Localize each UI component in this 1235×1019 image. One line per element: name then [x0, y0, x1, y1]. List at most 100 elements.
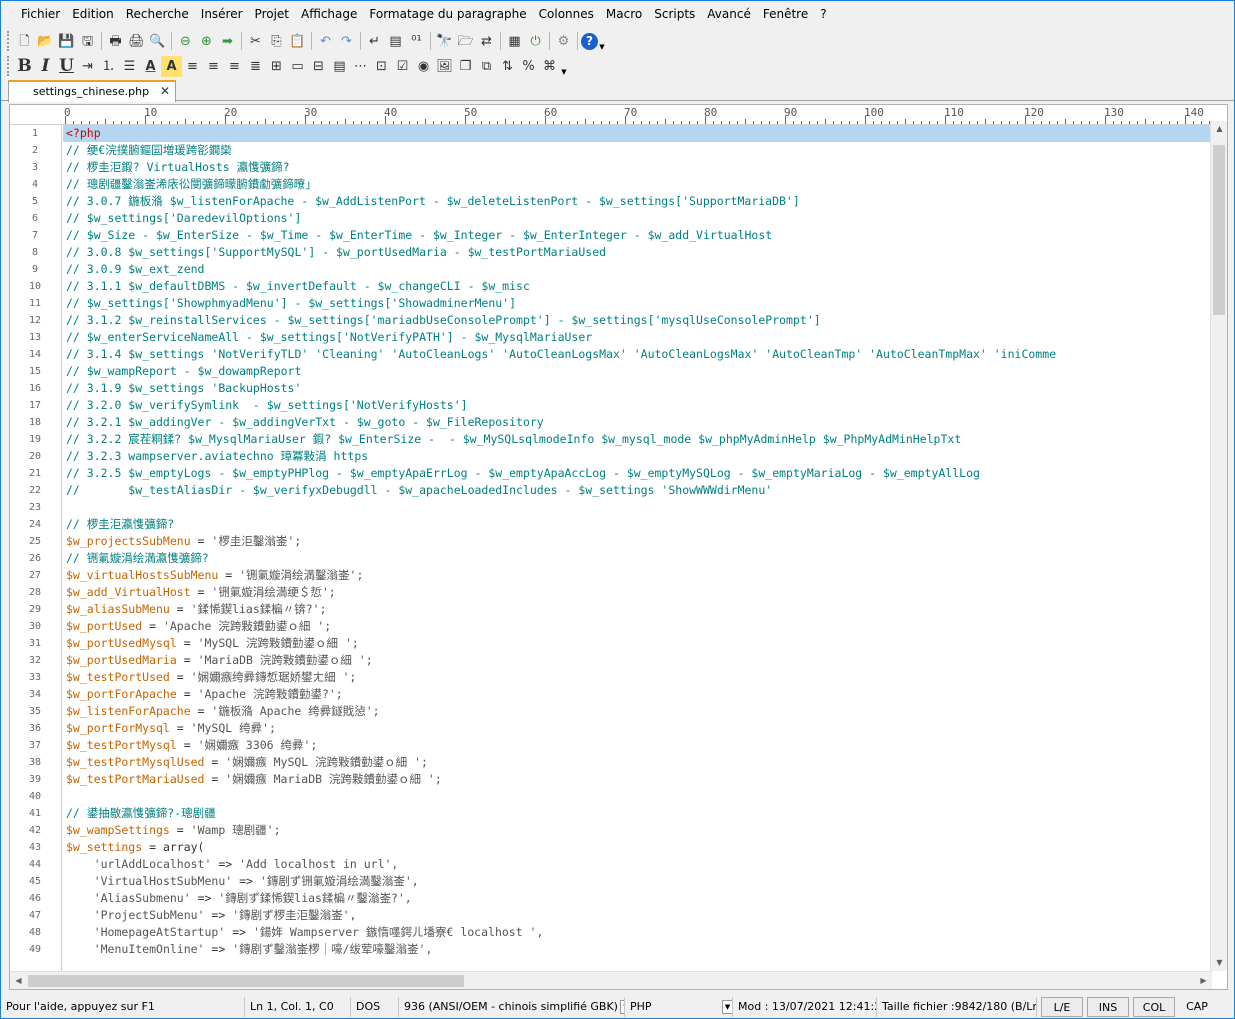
underline-icon[interactable]: U — [56, 56, 77, 77]
code-line[interactable]: // 3.0.7 鍦板潃 $w_listenForApache - $w_Add… — [63, 193, 1211, 210]
menu-item-affichage[interactable]: Affichage — [295, 4, 363, 26]
vertical-scrollbar[interactable]: ▲ ▼ — [1210, 121, 1227, 971]
code-line[interactable]: // 3.2.3 wampserver.aviatechno 璋冪敤涓 http… — [63, 448, 1211, 465]
insert-table-icon[interactable]: ⊞ — [266, 56, 287, 77]
code-line[interactable]: $w_portForApache = 'Apache 浣跨敤鐨勭鍙?'; — [63, 686, 1211, 703]
code-line[interactable]: $w_projectsSubMenu = '椤圭洰鑿滃崟'; — [63, 533, 1211, 550]
code-line[interactable]: // 椤圭洰鍜? VirtualHosts 瀛愯彍鍗? — [63, 159, 1211, 176]
code-line[interactable]: $w_aliasSubMenu = '鍒悕鍥lias鍒楄〃锛?'; — [63, 601, 1211, 618]
code-line[interactable]: // 3.0.9 $w_ext_zend — [63, 261, 1211, 278]
insert-button-icon[interactable]: ▭ — [287, 56, 308, 77]
status-col-button[interactable]: COL — [1133, 997, 1175, 1017]
code-line[interactable]: $w_wampSettings = 'Wamp 璁剧疆'; — [63, 822, 1211, 839]
code-line[interactable]: $w_portUsedMysql = 'MySQL 浣跨敤鐨勭鍙ｏ細 '; — [63, 635, 1211, 652]
scroll-left-icon[interactable]: ◀ — [10, 973, 27, 989]
menu-item-avanc[interactable]: Avancé — [701, 4, 757, 26]
code-line[interactable]: // 铏氭嫙涓绘満瀛愯彍鍗? — [63, 550, 1211, 567]
code-line[interactable]: 'AliasSubmenu' => '鏄剧ず鍒悕鍥lias鍒楄〃鑿滃崟?', — [63, 890, 1211, 907]
print-icon[interactable]: 🖶 — [105, 31, 126, 52]
menu-item-ins-rer[interactable]: Insérer — [195, 4, 249, 26]
align-center-icon[interactable]: ≡ — [203, 56, 224, 77]
code-line[interactable]: // 3.0.8 $w_settings['SupportMySQL'] - $… — [63, 244, 1211, 261]
insert-checkbox-icon[interactable]: ☑ — [392, 56, 413, 77]
highlight-icon[interactable]: A — [161, 55, 182, 77]
code-line[interactable]: // 3.1.9 $w_settings 'BackupHosts' — [63, 380, 1211, 397]
code-line[interactable]: $w_portForMysql = 'MySQL 绔彛'; — [63, 720, 1211, 737]
code-line[interactable]: // 3.1.2 $w_reinstallServices - $w_setti… — [63, 312, 1211, 329]
code-line[interactable]: 'MenuItemOnline' => '鏄剧ず鑿滃崟椤｜嚎/绂荤嚎鑿滃崟', — [63, 941, 1211, 958]
code-line[interactable]: 'VirtualHostSubMenu' => '鏄剧ず铏氭嫙涓绘満鑿滃崟', — [63, 873, 1211, 890]
menu-item-formatage-du-paragraphe[interactable]: Formatage du paragraphe — [363, 4, 532, 26]
insert-tag-icon[interactable]: ⌘ — [539, 56, 560, 77]
code-line[interactable]: $w_virtualHostsSubMenu = '铏氭嫙涓绘満鑿滃崟'; — [63, 567, 1211, 584]
toolbar-overflow-icon[interactable]: ▼ — [598, 31, 606, 51]
horizontal-scroll-thumb[interactable] — [28, 975, 464, 987]
code-line[interactable] — [63, 499, 1211, 516]
menu-item-recherche[interactable]: Recherche — [120, 4, 195, 26]
insert-dots-icon[interactable]: ⋯ — [350, 56, 371, 77]
insert-textarea-icon[interactable]: ▤ — [329, 56, 350, 77]
new-file-icon[interactable]: 🗋 — [14, 31, 35, 52]
copy-icon[interactable]: ⎘ — [266, 31, 287, 52]
code-line[interactable]: $w_add_VirtualHost = '铏氭嫙涓绘満绠＄悊'; — [63, 584, 1211, 601]
replace-icon[interactable]: ⇄ — [476, 31, 497, 52]
find-in-files-icon[interactable]: 🗁 — [455, 31, 476, 52]
code-area[interactable]: <?php // 绠€浣撲腑鏂囩増瑗跨彮鐗欒 // 椤圭洰鍜? VirtualHos… — [63, 125, 1211, 971]
find-icon[interactable]: 🔭 — [434, 31, 455, 52]
code-line[interactable]: // 绠€浣撲腑鏂囩増瑗跨彮鐗欒 — [63, 142, 1211, 159]
align-left-icon[interactable]: ≡ — [182, 56, 203, 77]
toolbar-grip[interactable] — [7, 31, 11, 51]
binary-icon[interactable]: ⁰¹ — [406, 31, 427, 52]
settings-gear-icon[interactable]: ⚙ — [553, 31, 574, 52]
code-line[interactable]: $w_testPortMariaUsed = '娴嬭瘯 MariaDB 浣跨敤鐨… — [63, 771, 1211, 788]
code-line[interactable]: $w_testPortMysqlUsed = '娴嬭瘯 MySQL 浣跨敤鐨勭鍙… — [63, 754, 1211, 771]
close-icon[interactable]: ✕ — [160, 84, 170, 98]
font-color-icon[interactable]: A — [140, 56, 161, 77]
page-preview-icon[interactable]: 🔍 — [147, 31, 168, 52]
menu-item-scripts[interactable]: Scripts — [648, 4, 701, 26]
menu-item-macro[interactable]: Macro — [600, 4, 648, 26]
insert-frame-icon[interactable]: ❐ — [455, 56, 476, 77]
code-line[interactable]: // 鍙抽敭瀛愯彍鍗?-璁剧疆 — [63, 805, 1211, 822]
code-line[interactable]: 'HomepageAtStartup' => '鍚姩 Wampserver 鏃惰… — [63, 924, 1211, 941]
save-icon[interactable]: 💾 — [56, 31, 77, 52]
cut-icon[interactable]: ✂ — [245, 31, 266, 52]
menu-item-fichier[interactable]: Fichier — [15, 4, 66, 26]
code-line[interactable] — [63, 788, 1211, 805]
sort-icon[interactable]: ⇅ — [497, 56, 518, 77]
code-line[interactable]: $w_portUsed = 'Apache 浣跨敤鐨勭鍙ｏ細 '; — [63, 618, 1211, 635]
tab-settings-chinese[interactable]: settings_chinese.php ✕ — [8, 80, 176, 102]
open-file-icon[interactable]: 📂 — [35, 31, 56, 52]
code-line[interactable]: $w_testPortUsed = '娴嬭瘯绔彛鏄惁琚娇鐢ㄤ細 '; — [63, 669, 1211, 686]
status-ins-button[interactable]: INS — [1087, 997, 1129, 1017]
scroll-up-icon[interactable]: ▲ — [1211, 121, 1227, 137]
insert-textfield-icon[interactable]: ⊟ — [308, 56, 329, 77]
run-icon[interactable]: ⏻ — [525, 31, 546, 52]
insert-select-icon[interactable]: ⊡ — [371, 56, 392, 77]
code-line[interactable]: $w_testPortMysql = '娴嬭瘯 3306 绔彛'; — [63, 737, 1211, 754]
sort-numeric-icon[interactable]: % — [518, 56, 539, 77]
insert-image-icon[interactable]: 🖼 — [434, 56, 455, 77]
paste-icon[interactable]: 📋 — [287, 31, 308, 52]
menu-item-fen-tre[interactable]: Fenêtre — [757, 4, 814, 26]
print-preview-icon[interactable]: 🖨 — [126, 31, 147, 52]
hex-mode-icon[interactable]: ▤ — [385, 31, 406, 52]
chevron-down-icon[interactable]: ▼ — [721, 1000, 732, 1014]
spellcheck-icon[interactable]: ▦ — [504, 31, 525, 52]
vertical-scroll-thumb[interactable] — [1213, 145, 1225, 315]
code-line[interactable]: // $w_settings['ShowphmyadMenu'] - $w_se… — [63, 295, 1211, 312]
redo-icon[interactable]: ↷ — [336, 31, 357, 52]
word-wrap-icon[interactable]: ↵ — [364, 31, 385, 52]
code-line[interactable]: // $w_Size - $w_EnterSize - $w_Time - $w… — [63, 227, 1211, 244]
code-line[interactable]: // 3.2.1 $w_addingVer - $w_addingVerTxt … — [63, 414, 1211, 431]
menu-item-help[interactable]: ? — [814, 4, 832, 26]
code-line[interactable]: // 椤圭洰瀛愯彍鍗? — [63, 516, 1211, 533]
code-line[interactable]: $w_settings = array( — [63, 839, 1211, 856]
indent-icon[interactable]: ⇥ — [77, 56, 98, 77]
bold-icon[interactable]: B — [14, 56, 35, 77]
status-encoding[interactable]: 936 (ANSI/OEM - chinois simplifié GBK)▼ — [399, 997, 625, 1017]
nav-forward-icon[interactable]: ⊕ — [196, 31, 217, 52]
menu-item-colonnes[interactable]: Colonnes — [533, 4, 600, 26]
code-line[interactable]: 'ProjectSubMenu' => '鏄剧ず椤圭洰鑿滃崟', — [63, 907, 1211, 924]
insert-object-icon[interactable]: ⧉ — [476, 56, 497, 77]
